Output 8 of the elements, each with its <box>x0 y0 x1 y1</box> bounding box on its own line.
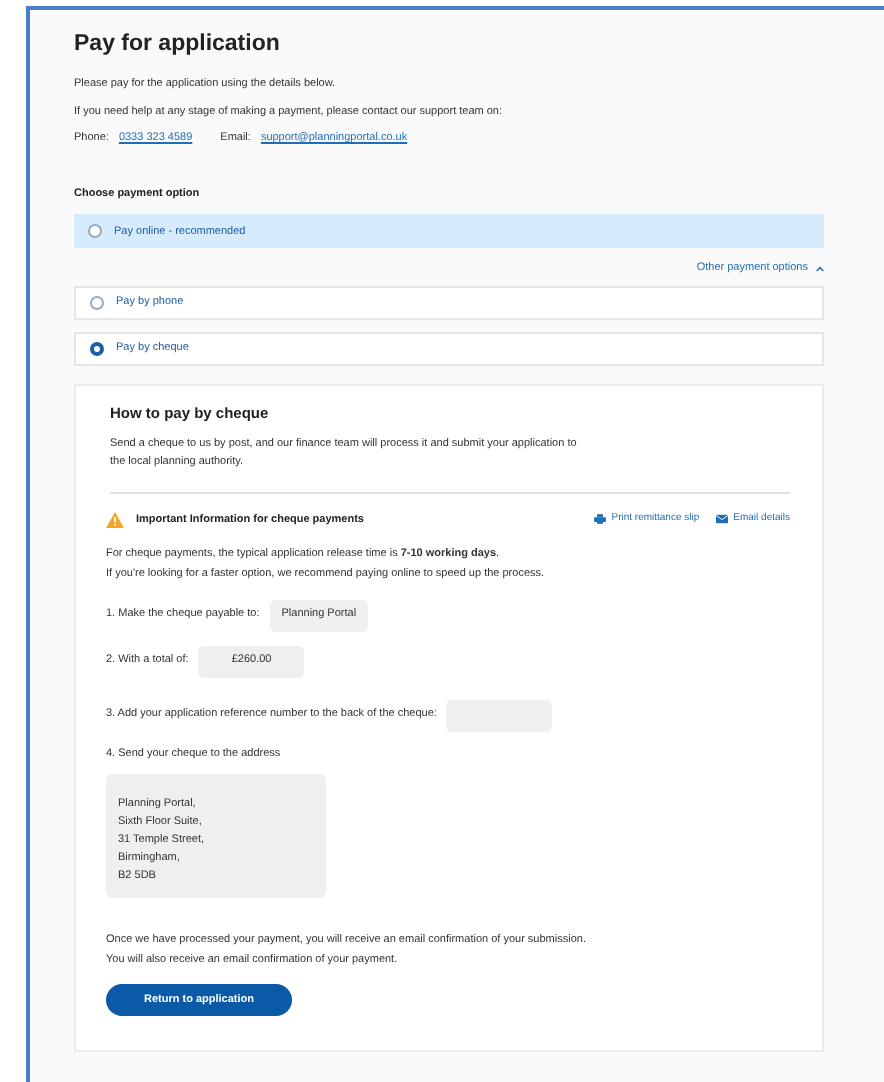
radio-button[interactable] <box>90 295 104 309</box>
printer-icon <box>593 514 606 525</box>
envelope-icon <box>715 514 728 525</box>
warning-icon <box>106 511 124 528</box>
radio-button[interactable] <box>90 341 104 355</box>
radio-button[interactable] <box>88 224 102 239</box>
caret-icon <box>816 265 824 272</box>
page-title: Pay for application <box>74 30 282 60</box>
